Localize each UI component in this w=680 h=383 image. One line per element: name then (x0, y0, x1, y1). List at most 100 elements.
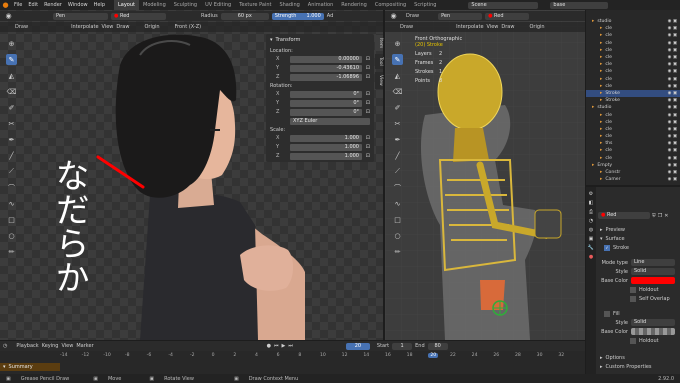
timeline-view-menu[interactable]: View (61, 343, 73, 349)
visibility-eye-icon[interactable]: ◉ ▣ (668, 127, 680, 132)
outliner-row[interactable]: ▸ cle ◉ ▣ (586, 25, 680, 32)
eyedropper-icon[interactable]: ✒ (6, 134, 17, 145)
visibility-eye-icon[interactable]: ◉ ▣ (668, 148, 680, 153)
visibility-eye-icon[interactable]: ◉ ▣ (668, 77, 680, 82)
visibility-eye-icon[interactable]: ◉ ▣ (668, 105, 680, 110)
left-mode-layer[interactable]: Pen (53, 12, 108, 20)
tab-rendering[interactable]: Rendering (337, 0, 371, 10)
copy-icon[interactable]: ❐ (658, 213, 662, 219)
tab-item[interactable]: Item (375, 35, 383, 52)
record-icon[interactable]: ● (267, 343, 271, 349)
right-interpolate-menu[interactable]: Interpolate (456, 24, 483, 30)
right-view-menu[interactable]: View (487, 24, 499, 30)
visibility-eye-icon[interactable]: ◉ ▣ (668, 84, 680, 89)
checkbox-icon[interactable] (630, 286, 636, 293)
visibility-eye-icon[interactable]: ◉ ▣ (668, 19, 680, 24)
material-name-field[interactable]: ● Red (598, 212, 650, 219)
end-field[interactable]: 80 (427, 342, 448, 350)
visibility-eye-icon[interactable]: ◉ ▣ (668, 120, 680, 125)
visibility-eye-icon[interactable]: ◉ ▣ (668, 177, 680, 182)
arc-tool-icon[interactable]: ⌒ (392, 182, 403, 193)
box-tool-icon[interactable]: □ (392, 214, 403, 225)
style-dropdown[interactable]: Solid (631, 268, 675, 275)
outliner-row[interactable]: ▸ cle ◉ ▣ (586, 68, 680, 75)
cursor-icon[interactable]: ⊕ (392, 38, 403, 49)
location-y-field[interactable]: -0.43610 (290, 64, 362, 72)
circle-tool-icon[interactable]: ○ (6, 230, 17, 241)
outliner-row[interactable]: ▸ cle ◉ ▣ (586, 40, 680, 47)
lock-icon[interactable]: ⊡ (362, 153, 370, 159)
output-tab-icon[interactable]: ⎙ (589, 209, 593, 215)
blender-logo-icon[interactable]: ● (0, 0, 11, 11)
visibility-eye-icon[interactable]: ◉ ▣ (668, 134, 680, 139)
outliner-row[interactable]: ▸ cle ◉ ▣ (586, 54, 680, 61)
rotation-y-field[interactable]: 0° (290, 99, 362, 107)
material-slot-row[interactable]: ● Red ⛨ ❐ ✕ (598, 211, 678, 220)
outliner-row[interactable]: ▸ studio ◉ ▣ (586, 18, 680, 25)
draw-tool-icon[interactable]: ✎ (6, 54, 17, 65)
draw-tool-icon[interactable]: ✎ (392, 54, 403, 65)
scene-tab-icon[interactable]: ◔ (589, 218, 593, 224)
editor-type-icon[interactable]: ◉ (388, 11, 399, 22)
lock-icon[interactable]: ⊡ (362, 91, 370, 97)
visibility-eye-icon[interactable]: ◉ ▣ (668, 62, 680, 67)
outliner-row[interactable]: ▸ ths ◉ ▣ (586, 140, 680, 147)
line-tool-icon[interactable]: ╱ (392, 150, 403, 161)
preview-section[interactable]: ▸ Preview (596, 225, 680, 234)
tab-modeling[interactable]: Modeling (139, 0, 170, 10)
visibility-eye-icon[interactable]: ◉ ▣ (668, 98, 680, 103)
menu-render[interactable]: Render (41, 2, 65, 8)
playback-menu[interactable]: Playback (16, 343, 38, 349)
outliner-row[interactable]: ▸ cle ◉ ▣ (586, 126, 680, 133)
visibility-eye-icon[interactable]: ◉ ▣ (668, 69, 680, 74)
visibility-eye-icon[interactable]: ◉ ▣ (668, 113, 680, 118)
editor-type-icon[interactable]: ◉ (3, 11, 14, 22)
outliner-row[interactable]: ▸ Constr ◉ ▣ (586, 169, 680, 176)
lock-icon[interactable]: ⊡ (362, 100, 370, 106)
annotate-tool-icon[interactable]: ✏ (6, 246, 17, 257)
tab-shading[interactable]: Shading (275, 0, 303, 10)
polyline-tool-icon[interactable]: ⟋ (392, 166, 403, 177)
tab-uv-editing[interactable]: UV Editing (201, 0, 235, 10)
tab-sculpting[interactable]: Sculpting (170, 0, 201, 10)
checkbox-icon[interactable] (630, 295, 636, 302)
outliner-row[interactable]: ▸ cle ◉ ▣ (586, 47, 680, 54)
checkbox-icon[interactable] (604, 310, 610, 317)
orientation-dropdown[interactable]: Front (X-Z) (175, 24, 202, 30)
fill-tool-icon[interactable]: ◭ (6, 70, 17, 81)
scale-x-field[interactable]: 1.000 (290, 134, 362, 142)
curve-tool-icon[interactable]: ∿ (6, 198, 17, 209)
visibility-eye-icon[interactable]: ◉ ▣ (668, 33, 680, 38)
base-color-swatch[interactable] (631, 277, 675, 284)
menu-file[interactable]: File (11, 2, 25, 8)
outliner-row[interactable]: ▸ cle ◉ ▣ (586, 155, 680, 162)
right-draw-menu[interactable]: Draw (501, 24, 514, 30)
modifier-tab-icon[interactable]: 🔧 (588, 245, 594, 251)
timeline-ruler[interactable]: -14 -12 -10 -8 -6 -4 -2 0 2 4 6 8 10 12 14 16 18 20 22 24 26… (60, 353, 580, 361)
right-layer-field[interactable]: Pen (438, 12, 483, 20)
world-tab-icon[interactable]: ◍ (589, 227, 593, 233)
right-origin-dropdown[interactable]: Origin (529, 24, 544, 30)
radius-field[interactable]: 60 px (220, 12, 269, 20)
fake-user-icon[interactable]: ⛨ (652, 213, 656, 219)
erase-tool-icon[interactable]: ⌫ (6, 86, 17, 97)
right-material-field[interactable]: ● Red (485, 12, 530, 20)
rotation-mode-dropdown[interactable]: XYZ Euler (290, 117, 370, 125)
box-tool-icon[interactable]: □ (6, 214, 17, 225)
rotation-z-field[interactable]: 0° (290, 108, 362, 116)
close-icon[interactable]: ✕ (664, 213, 668, 219)
outliner-row[interactable]: ▸ cle ◉ ▣ (586, 61, 680, 68)
current-frame-field[interactable]: 20 (345, 342, 370, 350)
checkbox-icon[interactable] (630, 337, 636, 344)
line-tool-icon[interactable]: ╱ (6, 150, 17, 161)
cutter-tool-icon[interactable]: ✂ (6, 118, 17, 129)
fill-section[interactable]: Fill (596, 309, 680, 318)
transform-header[interactable]: ▾ Transform (270, 36, 370, 44)
keying-menu[interactable]: Keying (42, 343, 59, 349)
annotate-tool-icon[interactable]: ✏ (392, 246, 403, 257)
scale-y-field[interactable]: 1.000 (290, 143, 362, 151)
options-section[interactable]: ▸ Options (596, 353, 680, 362)
cursor-icon[interactable]: ⊕ (6, 38, 17, 49)
outliner-row[interactable]: ▸ Empty ◉ ▣ (586, 162, 680, 169)
mode-type-dropdown[interactable]: Line (631, 259, 675, 266)
